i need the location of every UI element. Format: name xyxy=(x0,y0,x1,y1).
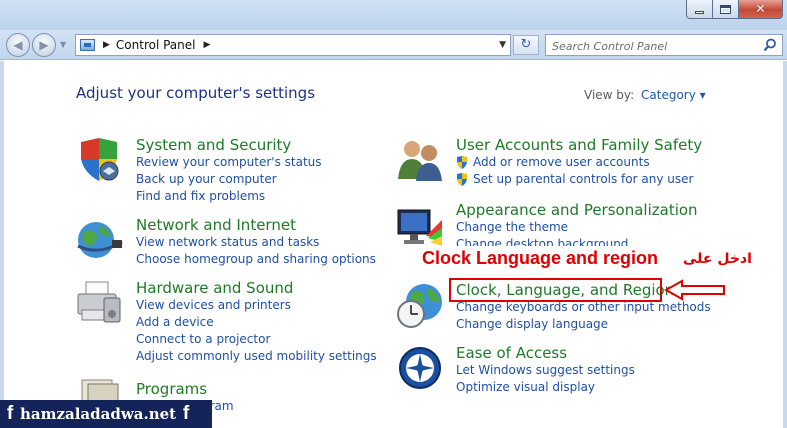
category-link[interactable]: Optimize visual display xyxy=(456,379,635,396)
category-link-text[interactable]: Add or remove user accounts xyxy=(473,154,650,171)
category-ease-of-access: Ease of Access Let Windows suggest setti… xyxy=(456,344,635,396)
title-bar: ✕ xyxy=(0,0,787,30)
category-link[interactable]: Back up your computer xyxy=(136,171,322,188)
page-title: Adjust your computer's settings xyxy=(76,84,316,102)
category-hardware-sound: Hardware and Sound View devices and prin… xyxy=(136,279,377,365)
window-border-right xyxy=(783,61,787,428)
forward-arrow-icon: ▶ xyxy=(39,38,49,52)
back-button[interactable]: ◀ xyxy=(6,33,30,57)
recent-pages-dropdown[interactable]: ▼ xyxy=(60,40,66,49)
annotation-arabic-text: ادخل على xyxy=(683,251,752,267)
ease-of-access-icon[interactable] xyxy=(398,346,442,390)
close-button[interactable]: ✕ xyxy=(739,0,783,19)
watermark-text: hamzaladadwa.net xyxy=(20,405,177,423)
category-link[interactable]: Review your computer's status xyxy=(136,154,322,171)
network-globe-icon[interactable] xyxy=(76,218,124,262)
category-title[interactable]: User Accounts and Family Safety xyxy=(456,136,702,154)
system-security-shield-icon[interactable] xyxy=(76,137,122,183)
control-panel-icon xyxy=(80,39,95,51)
maximize-button[interactable] xyxy=(713,0,739,19)
refresh-icon: ↻ xyxy=(520,37,532,52)
address-dropdown-icon[interactable]: ▼ xyxy=(499,40,506,50)
category-title[interactable]: System and Security xyxy=(136,136,322,154)
appearance-personalization-icon[interactable] xyxy=(396,206,444,248)
category-link[interactable]: Add a device xyxy=(136,314,377,331)
annotation-highlight-box xyxy=(449,278,662,302)
maximize-icon xyxy=(720,4,731,14)
clock-language-region-icon[interactable] xyxy=(396,282,446,330)
printer-icon[interactable] xyxy=(76,280,124,326)
category-title[interactable]: Hardware and Sound xyxy=(136,279,377,297)
user-accounts-icon[interactable] xyxy=(396,137,444,181)
category-link[interactable]: Find and fix problems xyxy=(136,188,322,205)
breadcrumb-separator-icon[interactable]: ▶ xyxy=(204,40,211,50)
breadcrumb-separator-icon[interactable]: ▶ xyxy=(103,40,110,50)
breadcrumb-control-panel[interactable]: Control Panel xyxy=(116,38,196,52)
category-system-security: System and Security Review your computer… xyxy=(136,136,322,205)
search-input[interactable] xyxy=(552,36,757,57)
view-by-dropdown[interactable]: Category ▾ xyxy=(641,88,706,102)
category-link[interactable]: Add or remove user accounts xyxy=(456,154,702,171)
uac-shield-icon xyxy=(457,173,467,186)
annotation-text: Clock Language and region xyxy=(422,248,659,268)
category-link[interactable]: Let Windows suggest settings xyxy=(456,362,635,379)
window-controls: ✕ xyxy=(686,0,783,19)
category-title[interactable]: Ease of Access xyxy=(456,344,635,362)
uac-shield-icon xyxy=(457,156,467,169)
category-link[interactable]: Change the theme xyxy=(456,219,698,236)
category-link[interactable]: Choose homegroup and sharing options xyxy=(136,251,376,268)
facebook-icon: f xyxy=(182,403,190,424)
minimize-icon xyxy=(695,10,704,14)
category-link[interactable]: Adjust commonly used mobility settings xyxy=(136,348,377,365)
minimize-button[interactable] xyxy=(686,0,713,19)
category-link[interactable]: Change display language xyxy=(456,316,711,333)
close-icon: ✕ xyxy=(755,1,766,17)
category-link[interactable]: Set up parental controls for any user xyxy=(456,171,702,188)
view-by-label: View by: xyxy=(584,88,635,102)
category-link-text[interactable]: Set up parental controls for any user xyxy=(473,171,693,188)
category-link[interactable]: View devices and printers xyxy=(136,297,377,314)
category-network-internet: Network and Internet View network status… xyxy=(136,216,376,268)
watermark-banner: f hamzaladadwa.net f xyxy=(0,400,212,428)
category-link[interactable]: Change desktop background xyxy=(456,236,698,246)
forward-button[interactable]: ▶ xyxy=(32,33,56,57)
address-bar[interactable]: ▶ Control Panel ▶ ▼ xyxy=(75,34,511,56)
category-appearance: Appearance and Personalization Change th… xyxy=(456,201,698,246)
navigation-bar: ◀ ▶ ▼ ▶ Control Panel ▶ ▼ ↻ xyxy=(0,30,787,60)
category-title[interactable]: Programs xyxy=(136,380,234,398)
annotation-arrow-icon xyxy=(664,279,725,301)
category-title[interactable]: Appearance and Personalization xyxy=(456,201,698,219)
refresh-button[interactable]: ↻ xyxy=(513,35,539,55)
window-border-left xyxy=(0,61,4,428)
back-arrow-icon: ◀ xyxy=(13,38,23,52)
category-user-accounts: User Accounts and Family Safety Add or r… xyxy=(456,136,702,188)
category-link[interactable]: View network status and tasks xyxy=(136,234,376,251)
search-box[interactable] xyxy=(545,34,783,57)
category-link[interactable]: Connect to a projector xyxy=(136,331,377,348)
facebook-icon: f xyxy=(6,403,14,424)
category-title[interactable]: Network and Internet xyxy=(136,216,376,234)
search-icon[interactable] xyxy=(763,38,777,52)
